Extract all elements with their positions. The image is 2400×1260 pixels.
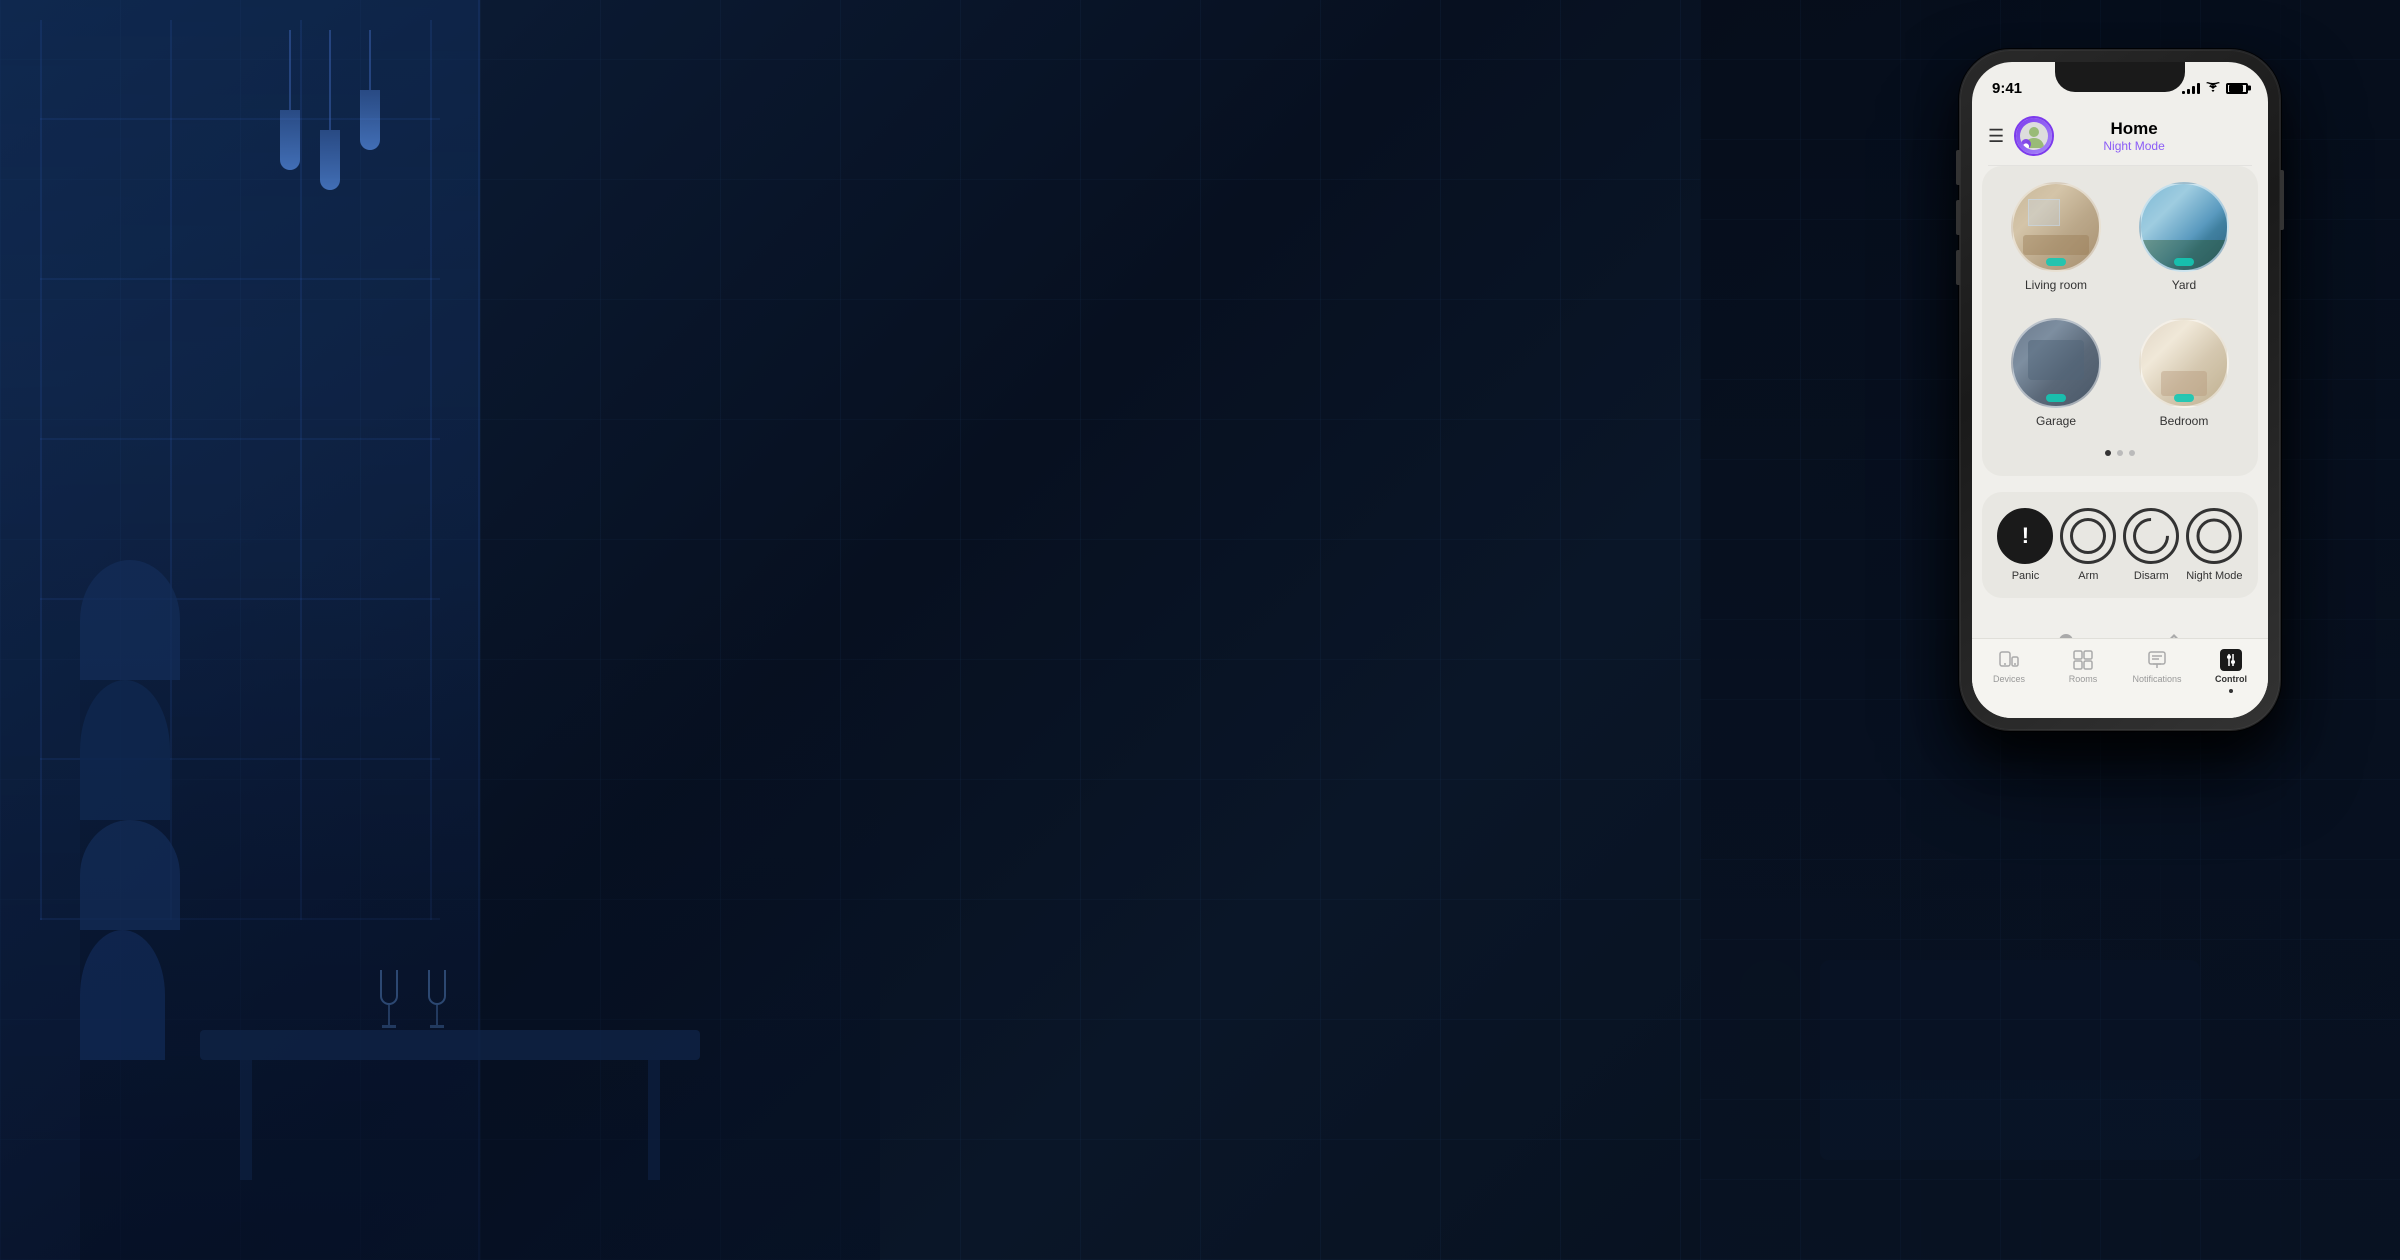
wifi-icon (2205, 82, 2221, 94)
room-image-bedroom (2139, 318, 2229, 408)
nav-label-devices: Devices (1993, 674, 2025, 684)
disarm-button[interactable]: Disarm (2123, 508, 2179, 582)
home-info: Home Night Mode (2064, 119, 2204, 153)
nav-active-indicator (2229, 689, 2233, 693)
notch (2055, 62, 2185, 92)
disarm-icon (2126, 511, 2177, 562)
room-name-garage: Garage (2036, 414, 2076, 428)
panic-label: Panic (2012, 570, 2040, 582)
room-name-yard: Yard (2172, 278, 2196, 292)
room-status-garage (2046, 394, 2066, 402)
room-image-living (2011, 182, 2101, 272)
rooms-section: Living room Yard Garage (1982, 166, 2258, 476)
home-mode: Night Mode (2103, 139, 2164, 153)
rooms-grid: Living room Yard Garage (1998, 182, 2242, 442)
room-status-yard (2174, 258, 2194, 266)
disarm-icon-container (2123, 508, 2179, 564)
chair-3 (80, 820, 180, 930)
pendant-lights (280, 30, 380, 190)
room-card-garage[interactable]: Garage (1998, 318, 2114, 442)
chair-1 (80, 560, 180, 680)
notifications-icon (2146, 649, 2168, 671)
status-icons (2182, 74, 2248, 94)
room-status-living (2046, 258, 2066, 266)
dot-3 (2129, 450, 2135, 456)
room-image-garage (2011, 318, 2101, 408)
nav-label-control: Control (2215, 674, 2247, 684)
rooms-icon (2072, 649, 2094, 671)
room-status-bedroom (2174, 394, 2194, 402)
dot-2 (2117, 450, 2123, 456)
arm-icon (2070, 518, 2106, 554)
phone-screen: 9:41 (1972, 62, 2268, 718)
security-controls: ! Panic Arm (1994, 508, 2246, 582)
avatar[interactable]: ⬤ (2016, 118, 2052, 154)
nav-label-notifications: Notifications (2132, 674, 2181, 684)
app-header: ☰ ⬤ Home Night Mode (1972, 106, 2268, 166)
nightmode-button[interactable]: Night Mode (2186, 508, 2242, 582)
panic-icon: ! (1997, 508, 2053, 564)
control-icon (2220, 649, 2242, 671)
nightmode-icon (2196, 518, 2232, 554)
nav-item-notifications[interactable]: Notifications (2120, 649, 2194, 684)
glasses-area (380, 970, 446, 1030)
chair-2 (80, 680, 170, 820)
room-image-yard (2139, 182, 2229, 272)
devices-icon (1998, 649, 2020, 671)
room-name-living: Living room (2025, 278, 2087, 292)
security-section: ! Panic Arm (1982, 492, 2258, 598)
table (200, 1030, 700, 1060)
signal-icon (2182, 82, 2200, 94)
chair-4 (80, 930, 165, 1060)
nav-item-rooms[interactable]: Rooms (2046, 649, 2120, 684)
phone-mockup: 9:41 (1960, 50, 2280, 730)
status-time: 9:41 (1992, 72, 2022, 97)
disarm-label: Disarm (2134, 570, 2169, 582)
arm-icon-container (2060, 508, 2116, 564)
arm-button[interactable]: Arm (2060, 508, 2116, 582)
arm-label: Arm (2078, 570, 2098, 582)
dot-1 (2105, 450, 2111, 456)
home-title: Home (2110, 119, 2157, 139)
panic-button[interactable]: ! Panic (1997, 508, 2053, 582)
battery-icon (2226, 83, 2248, 94)
room-card-living[interactable]: Living room (1998, 182, 2114, 306)
menu-icon[interactable]: ☰ (1988, 126, 2004, 147)
nightmode-label: Night Mode (2186, 570, 2242, 582)
furniture-area (80, 560, 880, 1260)
nightmode-icon-container (2186, 508, 2242, 564)
bottom-nav: Devices Rooms (1972, 638, 2268, 718)
room-card-yard[interactable]: Yard (2126, 182, 2242, 306)
nav-label-rooms: Rooms (2069, 674, 2098, 684)
nav-item-control[interactable]: Control (2194, 649, 2268, 693)
nav-item-devices[interactable]: Devices (1972, 649, 2046, 684)
room-card-bedroom[interactable]: Bedroom (2126, 318, 2242, 442)
iphone-frame: 9:41 (1960, 50, 2280, 730)
pagination-dots (1998, 450, 2242, 456)
room-name-bedroom: Bedroom (2160, 414, 2209, 428)
